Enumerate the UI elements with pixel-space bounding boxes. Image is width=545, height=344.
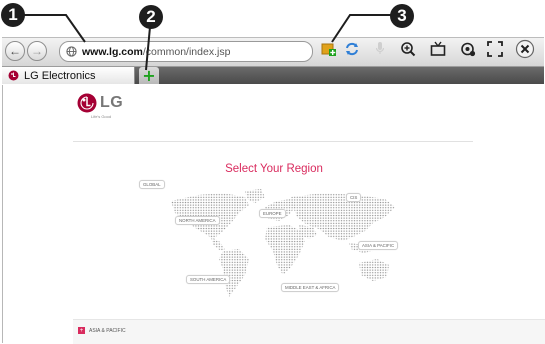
callout-1: 1 <box>1 3 25 27</box>
zoom-in-button[interactable] <box>399 41 417 61</box>
sync-button[interactable] <box>343 41 361 61</box>
forward-button[interactable]: → <box>27 41 47 61</box>
microphone-icon <box>375 41 385 61</box>
url-path: /common/index.jsp <box>142 45 231 58</box>
region-north-america[interactable]: NORTH AMERICA <box>175 216 220 225</box>
arrow-left-icon: ← <box>9 44 21 58</box>
selected-region-item[interactable]: + ASIA & PACIFIC <box>78 327 126 334</box>
close-icon <box>515 39 535 64</box>
address-bar[interactable]: www.lg.com /common/index.jsp <box>59 41 313 62</box>
tv-icon <box>430 41 446 62</box>
sync-icon <box>344 42 360 61</box>
lg-logo-icon <box>77 93 97 113</box>
voice-button[interactable] <box>373 41 387 61</box>
page-title: Select Your Region <box>225 163 323 175</box>
back-button[interactable]: ← <box>5 41 25 61</box>
fullscreen-icon <box>487 40 503 62</box>
url-host: www.lg.com <box>82 45 143 58</box>
fullscreen-button[interactable] <box>486 40 504 62</box>
exit-button[interactable] <box>514 39 536 64</box>
callout-3: 3 <box>390 4 414 28</box>
tab-strip: LG Electronics + <box>2 67 544 84</box>
bookmark-add-icon <box>321 42 337 61</box>
lg-logo-text: LG <box>100 94 124 111</box>
arrow-right-icon: → <box>31 44 43 58</box>
lg-logo[interactable]: LG <box>77 93 123 113</box>
settings-button[interactable] <box>459 41 477 61</box>
selected-region-label: ASIA & PACIFIC <box>89 327 126 334</box>
region-global[interactable]: GLOBAL <box>139 180 165 189</box>
tab-lg-electronics[interactable]: LG Electronics <box>2 67 135 84</box>
region-cis[interactable]: CIS <box>346 193 362 202</box>
selected-region-bar: + ASIA & PACIFIC <box>73 319 545 344</box>
web-page: LG Life's Good Select Your Region GLOBAL… <box>2 85 545 344</box>
plus-icon: + <box>142 65 156 85</box>
zoom-in-icon <box>400 41 416 62</box>
lg-favicon-icon <box>8 70 19 81</box>
region-asia-pacific[interactable]: ASIA & PACIFIC <box>358 241 399 250</box>
bookmark-add-button[interactable] <box>320 41 338 61</box>
plus-badge-icon: + <box>78 327 85 334</box>
browser-toolbar: ← → www.lg.com /common/index.jsp <box>2 37 544 67</box>
tab-title: LG Electronics <box>24 69 96 82</box>
globe-icon <box>66 46 77 57</box>
add-tab-button[interactable]: + <box>139 67 159 84</box>
lg-tagline: Life's Good <box>91 114 112 119</box>
callout-2: 2 <box>139 5 163 29</box>
settings-icon <box>460 41 476 62</box>
region-middle-east-africa[interactable]: MIDDLE EAST & AFRICA <box>281 283 340 292</box>
region-europe[interactable]: EUROPE <box>259 209 286 218</box>
region-south-america[interactable]: SOUTH AMERICA <box>186 275 231 284</box>
tv-button[interactable] <box>429 41 447 61</box>
top-divider <box>73 141 473 142</box>
